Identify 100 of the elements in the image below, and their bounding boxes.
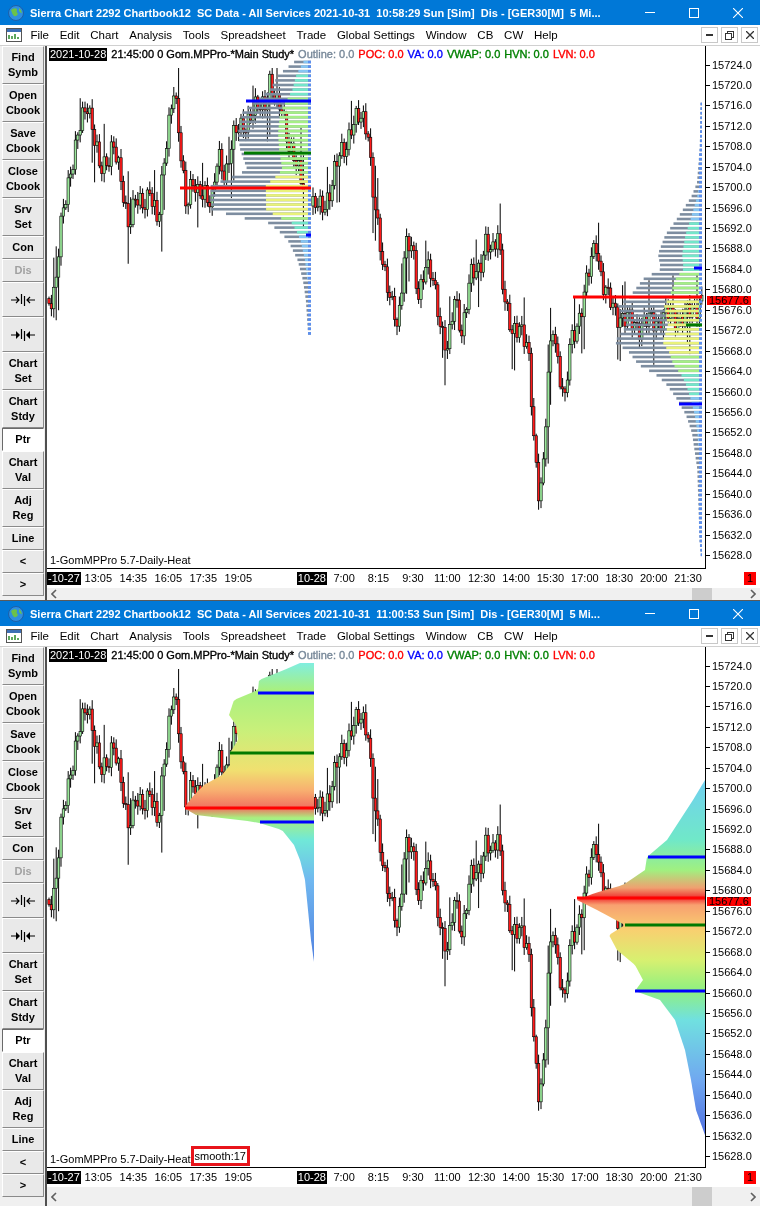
toolbar-button[interactable]: Find Symb <box>2 647 44 685</box>
toolbar-button[interactable]: Chart Set <box>2 953 44 991</box>
toolbar-button[interactable]: Chart Val <box>2 1052 44 1090</box>
legend-item: Outline: 0.0 <box>298 48 355 61</box>
price-label: 15664.0 <box>712 366 752 378</box>
toolbar-button[interactable]: > <box>2 1174 44 1197</box>
value-area-line <box>260 820 314 824</box>
menu-item[interactable]: Analysis <box>123 627 178 645</box>
price-label: 15668.0 <box>712 946 752 958</box>
close-button[interactable] <box>741 27 758 43</box>
menu-item[interactable]: File <box>25 627 55 645</box>
scrollbar-thumb[interactable] <box>692 588 712 600</box>
date-label: 10-28 <box>296 572 327 585</box>
legend-item: 21:45:00 0 Gom.MPPro-*Main Study* <box>111 48 295 61</box>
toolbar-button[interactable]: Con <box>2 236 44 259</box>
toolbar-button[interactable] <box>2 317 44 352</box>
menu-item[interactable]: Edit <box>54 627 85 645</box>
price-label: 15628.0 <box>712 1151 752 1162</box>
menu-item[interactable]: Global Settings <box>331 627 421 645</box>
restore-button[interactable] <box>721 27 738 43</box>
restore-icon <box>725 30 734 40</box>
time-label: 20:00 <box>638 572 669 585</box>
toolbar-button[interactable]: < <box>2 1151 44 1174</box>
toolbar-button[interactable]: < <box>2 550 44 573</box>
price-label: 15716.0 <box>712 100 752 112</box>
close-icon <box>745 31 754 39</box>
toolbar-button[interactable] <box>2 883 44 918</box>
close-button[interactable] <box>741 628 758 644</box>
legend-item: VWAP: 0.0 <box>446 48 501 61</box>
menu-item[interactable]: Trade <box>291 26 332 44</box>
scroll-left-icon[interactable] <box>51 589 57 599</box>
menu-item[interactable]: CB <box>471 627 499 645</box>
toolbar-button[interactable]: Close Cbook <box>2 761 44 799</box>
study-label: 1-GomMPPro 5.7-Daily-Heat <box>50 554 191 567</box>
toolbar-button[interactable]: Ptr <box>2 428 44 451</box>
toolbar-button[interactable]: Line <box>2 527 44 550</box>
menu-item[interactable]: Spreadsheet <box>215 627 292 645</box>
menu-item[interactable]: Global Settings <box>331 26 421 44</box>
menu-item[interactable]: Trade <box>291 627 332 645</box>
arrows-inward-icon <box>11 929 35 942</box>
minimize-button[interactable] <box>701 27 718 43</box>
toolbar-button[interactable]: Save Cbook <box>2 723 44 761</box>
price-label: 15640.0 <box>712 488 752 500</box>
arrows-inward-icon <box>11 328 35 341</box>
toolbar-button[interactable] <box>2 918 44 953</box>
menu-item[interactable]: CW <box>498 26 529 44</box>
menu-item[interactable]: Chart <box>84 627 124 645</box>
menu-item[interactable]: Edit <box>54 26 85 44</box>
scroll-right-icon[interactable] <box>750 1191 756 1202</box>
toolbar-button[interactable]: Line <box>2 1128 44 1151</box>
restore-button[interactable] <box>721 628 738 644</box>
time-label: 12:30 <box>466 1171 497 1184</box>
time-label: 13:05 <box>83 1171 114 1184</box>
toolbar-button[interactable]: Chart Set <box>2 352 44 390</box>
toolbar-button[interactable]: Adj Reg <box>2 1090 44 1128</box>
toolbar-button[interactable]: Ptr <box>2 1029 44 1052</box>
close-icon <box>745 632 754 640</box>
toolbar-button[interactable]: Srv Set <box>2 799 44 837</box>
menu-item[interactable]: Analysis <box>123 26 178 44</box>
toolbar-button[interactable]: Close Cbook <box>2 160 44 198</box>
toolbar-button[interactable]: Chart Stdy <box>2 390 44 428</box>
legend-item: POC: 0.0 <box>358 649 404 662</box>
toolbar-button[interactable]: Open Cbook <box>2 84 44 122</box>
toolbar-button[interactable]: Chart Val <box>2 451 44 489</box>
menu-item[interactable]: Help <box>528 26 564 44</box>
time-label: 17:35 <box>188 572 219 585</box>
minimize-icon <box>645 12 655 13</box>
time-label: 13:05 <box>83 572 114 585</box>
price-label: 15688.0 <box>712 844 752 856</box>
price-label: 15660.0 <box>712 386 752 398</box>
toolbar-button[interactable]: Open Cbook <box>2 685 44 723</box>
menu-item[interactable]: CW <box>498 627 529 645</box>
chart-window-icon[interactable] <box>6 629 22 643</box>
toolbar-button[interactable]: Con <box>2 837 44 860</box>
price-label: 15668.0 <box>712 345 752 357</box>
toolbar-button[interactable]: Save Cbook <box>2 122 44 160</box>
menu-item[interactable]: Tools <box>177 627 216 645</box>
toolbar-button[interactable]: > <box>2 573 44 596</box>
toolbar-button[interactable]: Srv Set <box>2 198 44 236</box>
chart-window-icon[interactable] <box>6 28 22 42</box>
toolbar-button[interactable]: Adj Reg <box>2 489 44 527</box>
toolbar-button[interactable] <box>2 282 44 317</box>
menu-item[interactable]: Chart <box>84 26 124 44</box>
menu-item[interactable]: Help <box>528 627 564 645</box>
menu-item[interactable]: Window <box>420 627 472 645</box>
scroll-right-icon[interactable] <box>750 589 756 599</box>
toolbar-button[interactable]: Chart Stdy <box>2 991 44 1029</box>
menu-item[interactable]: Tools <box>177 26 216 44</box>
menu-item[interactable]: File <box>25 26 55 44</box>
menu-item[interactable]: CB <box>471 26 499 44</box>
menu-item[interactable]: Spreadsheet <box>215 26 292 44</box>
alert-badge: 1 <box>743 1171 756 1184</box>
minimize-icon <box>706 635 713 637</box>
toolbar-button[interactable]: Find Symb <box>2 46 44 84</box>
minimize-button[interactable] <box>701 628 718 644</box>
scroll-left-icon[interactable] <box>51 1191 57 1202</box>
price-label: 15652.0 <box>712 1028 752 1040</box>
menu-item[interactable]: Window <box>420 26 472 44</box>
time-label: 14:35 <box>118 572 149 585</box>
scrollbar-thumb[interactable] <box>692 1187 712 1206</box>
